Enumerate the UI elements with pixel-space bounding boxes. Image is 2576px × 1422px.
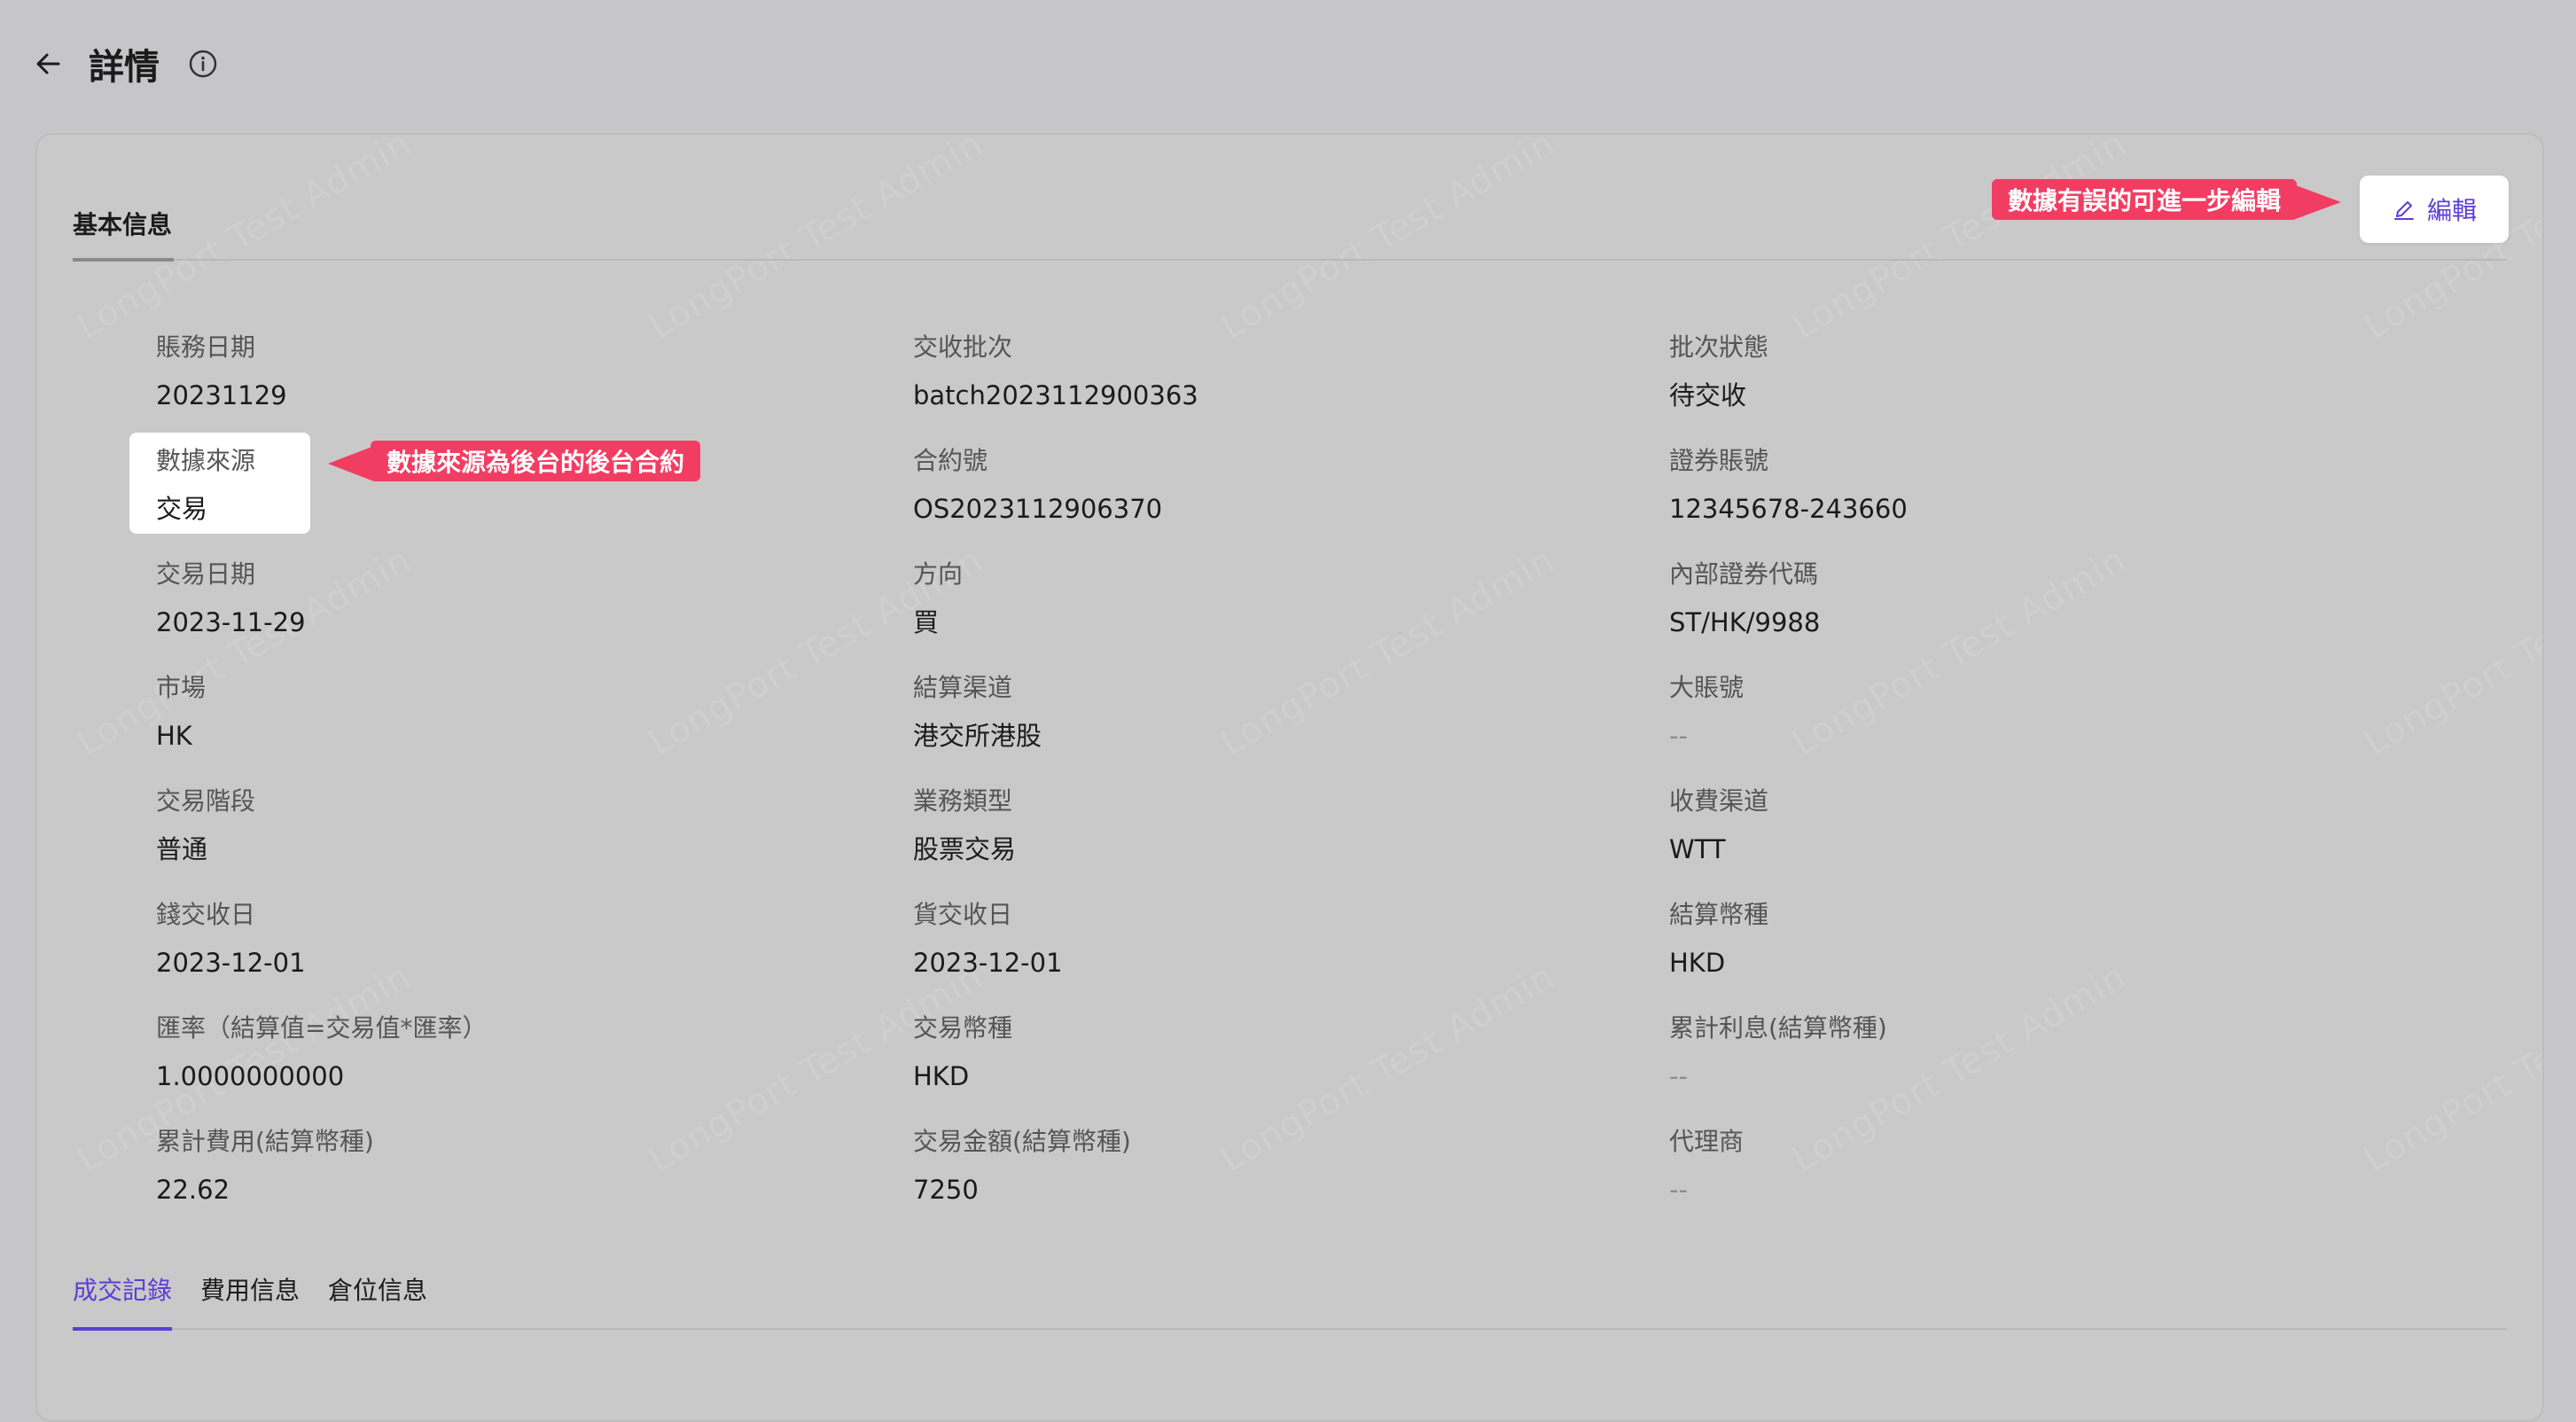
- field-label: 交易階段: [156, 786, 256, 816]
- pencil-icon: [2392, 197, 2416, 222]
- field-value: ST/HK/9988: [1669, 607, 1821, 637]
- field-label: 證券賬號: [1669, 446, 1769, 475]
- detail-field: 匯率（結算值=交易值*匯率） 1.0000000000: [156, 1011, 847, 1096]
- field-value: 2023-11-29: [156, 607, 306, 637]
- field-label: 交易日期: [156, 559, 256, 589]
- field-label: 結算幣種: [1669, 900, 1769, 929]
- field-value: 12345678-243660: [1669, 494, 1908, 524]
- field-value: --: [1669, 721, 1688, 751]
- field-value: 1.0000000000: [156, 1061, 345, 1091]
- field-value: 交易: [156, 494, 208, 524]
- field-value: 22.62: [156, 1175, 230, 1205]
- detail-field: 賬務日期 20231129: [156, 330, 847, 415]
- page-header: 詳情: [32, 39, 220, 89]
- info-icon[interactable]: [186, 47, 220, 81]
- detail-field: 方向買: [913, 557, 1604, 642]
- detail-field: 交易幣種 HKD: [913, 1011, 1604, 1096]
- field-value: 港交所港股: [913, 721, 1042, 751]
- edit-button-label: 編輯: [2426, 196, 2477, 225]
- edit-callout: 數據有誤的可進一步編輯: [1992, 179, 2342, 220]
- field-label: 方向: [913, 559, 964, 589]
- watermark-layer: LongPort Test Admin LongPort Test Admin …: [37, 135, 2542, 1420]
- field-value: 7250: [913, 1175, 979, 1205]
- tab-basic-info[interactable]: 基本信息: [73, 188, 174, 262]
- field-label: 內部證券代碼: [1669, 559, 1819, 589]
- detail-field: 交收批次 batch2023112900363: [913, 330, 1604, 415]
- field-value: HK: [156, 721, 192, 751]
- tab-basic-info-label: 基本信息: [73, 210, 173, 239]
- detail-field: 交易金額(結算幣種) 7250: [913, 1124, 1604, 1209]
- field-value: 20231129: [156, 380, 287, 410]
- detail-field: 業務類型 股票交易: [913, 784, 1604, 869]
- field-label: 交收批次: [913, 332, 1013, 362]
- detail-field: 收費渠道 WTT: [1669, 784, 2361, 869]
- field-label: 大賬號: [1669, 673, 1745, 702]
- tab-fee-info[interactable]: 費用信息: [200, 1250, 300, 1328]
- field-value: 待交收: [1669, 380, 1747, 410]
- field-label: 業務類型: [913, 786, 1013, 816]
- field-value: batch2023112900363: [913, 380, 1198, 410]
- field-value: 股票交易: [913, 834, 1017, 864]
- detail-field: 合約號 OS2023112906370: [913, 443, 1604, 528]
- detail-field: 累計費用(結算幣種) 22.62: [156, 1124, 847, 1209]
- detail-field: 內部證券代碼 ST/HK/9988: [1669, 557, 2361, 642]
- page-title: 詳情: [89, 47, 160, 88]
- field-label: 累計利息(結算幣種): [1669, 1013, 1887, 1043]
- field-value: --: [1669, 1061, 1688, 1091]
- field-label: 數據來源: [156, 446, 256, 475]
- detail-field: 證券賬號 12345678-243660: [1669, 443, 2361, 528]
- field-label: 交易幣種: [913, 1013, 1013, 1043]
- field-label: 錢交收日: [156, 900, 256, 929]
- detail-field: 數據來源 交易: [156, 443, 847, 528]
- field-label: 賬務日期: [156, 332, 256, 362]
- tab-underline: [73, 258, 174, 262]
- detail-field: 交易日期 2023-11-29: [156, 557, 847, 642]
- field-value: HKD: [1669, 948, 1726, 978]
- field-label: 批次狀態: [1669, 332, 1769, 362]
- bottom-tab-bar: 成交記錄 費用信息 倉位信息: [73, 1250, 2507, 1331]
- tab-trade-records[interactable]: 成交記錄: [73, 1250, 173, 1331]
- field-label: 匯率（結算值=交易值*匯率）: [156, 1013, 488, 1043]
- field-value: --: [1669, 1175, 1688, 1205]
- field-label: 市場: [156, 673, 207, 702]
- detail-field: 結算幣種 HKD: [1669, 897, 2361, 982]
- watermark: LongPort Test Admin: [2357, 956, 2542, 1181]
- field-value: 2023-12-01: [913, 948, 1063, 978]
- field-value: HKD: [913, 1061, 970, 1091]
- field-value: WTT: [1669, 834, 1726, 864]
- field-label: 貨交收日: [913, 900, 1013, 929]
- detail-card: LongPort Test Admin LongPort Test Admin …: [35, 133, 2544, 1422]
- field-label: 代理商: [1669, 1127, 1745, 1156]
- edit-button[interactable]: 編輯: [2360, 176, 2509, 243]
- field-label: 累計費用(結算幣種): [156, 1127, 374, 1156]
- field-label: 合約號: [913, 446, 988, 475]
- field-label: 結算渠道: [913, 673, 1013, 702]
- watermark: LongPort Test Admin: [2357, 539, 2542, 764]
- detail-field: 貨交收日 2023-12-01: [913, 897, 1604, 982]
- detail-field: 代理商 --: [1669, 1124, 2361, 1209]
- detail-field: 結算渠道 港交所港股: [913, 670, 1604, 755]
- detail-field: 交易階段 普通: [156, 784, 847, 869]
- field-value: 買: [913, 607, 940, 637]
- tab-position-info[interactable]: 倉位信息: [328, 1250, 427, 1328]
- detail-field: 批次狀態 待交收: [1669, 330, 2361, 415]
- detail-field: 市場 HK: [156, 670, 847, 755]
- field-value: 2023-12-01: [156, 948, 306, 978]
- field-label: 收費渠道: [1669, 786, 1769, 816]
- back-arrow-icon[interactable]: [32, 48, 64, 80]
- field-value: OS2023112906370: [913, 494, 1163, 524]
- field-value: 普通: [156, 834, 208, 864]
- detail-field: 大賬號 --: [1669, 670, 2361, 755]
- detail-field: 錢交收日 2023-12-01: [156, 897, 847, 982]
- detail-field: 累計利息(結算幣種) --: [1669, 1011, 2361, 1096]
- field-label: 交易金額(結算幣種): [913, 1127, 1131, 1156]
